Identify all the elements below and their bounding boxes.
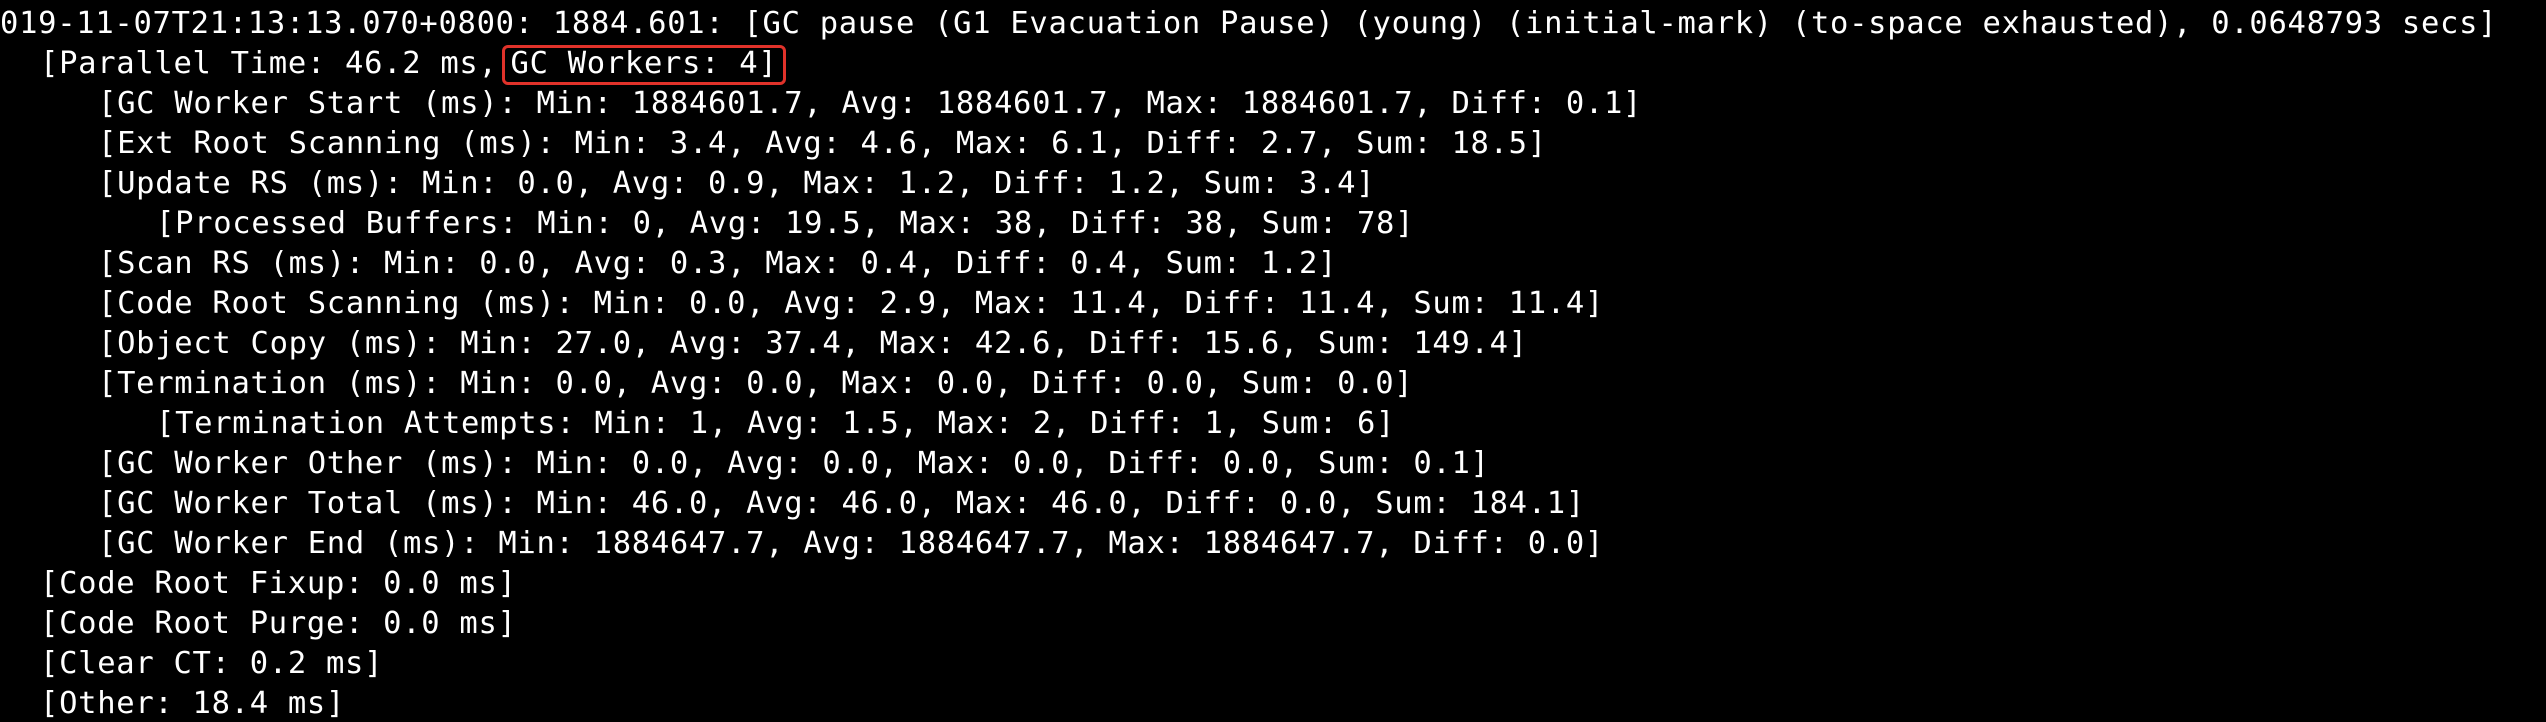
termination-attempts-line: [Termination Attempts: Min: 1, Avg: 1.5,… <box>156 406 1396 441</box>
gc-worker-start-line: [GC Worker Start (ms): Min: 1884601.7, A… <box>98 86 1643 121</box>
processed-buffers-line: [Processed Buffers: Min: 0, Avg: 19.5, M… <box>156 206 1415 241</box>
gc-worker-total-line: [GC Worker Total (ms): Min: 46.0, Avg: 4… <box>98 486 1585 521</box>
code-root-fixup-line: [Code Root Fixup: 0.0 ms] <box>40 566 517 601</box>
update-rs-line: [Update RS (ms): Min: 0.0, Avg: 0.9, Max… <box>98 166 1376 201</box>
gc-worker-end-line: [GC Worker End (ms): Min: 1884647.7, Avg… <box>98 526 1604 561</box>
gc-worker-other-line: [GC Worker Other (ms): Min: 0.0, Avg: 0.… <box>98 446 1490 481</box>
ext-root-scanning-line: [Ext Root Scanning (ms): Min: 3.4, Avg: … <box>98 126 1547 161</box>
scan-rs-line: [Scan RS (ms): Min: 0.0, Avg: 0.3, Max: … <box>98 246 1338 281</box>
code-root-purge-line: [Code Root Purge: 0.0 ms] <box>40 606 517 641</box>
gc-workers-highlight: GC Workers: 4] <box>501 45 787 85</box>
other-line: [Other: 18.4 ms] <box>40 686 346 721</box>
parallel-time-text: [Parallel Time: 46.2 ms, <box>40 46 498 81</box>
gc-pause-header-line: 019-11-07T21:13:13.070+0800: 1884.601: [… <box>0 6 2498 41</box>
termination-line: [Termination (ms): Min: 0.0, Avg: 0.0, M… <box>98 366 1414 401</box>
parallel-time-line: [Parallel Time: 46.2 ms, GC Workers: 4] <box>40 44 787 85</box>
clear-ct-line: [Clear CT: 0.2 ms] <box>40 646 384 681</box>
terminal-output[interactable]: 019-11-07T21:13:13.070+0800: 1884.601: [… <box>0 0 2546 722</box>
object-copy-line: [Object Copy (ms): Min: 27.0, Avg: 37.4,… <box>98 326 1528 361</box>
code-root-scanning-line: [Code Root Scanning (ms): Min: 0.0, Avg:… <box>98 286 1604 321</box>
